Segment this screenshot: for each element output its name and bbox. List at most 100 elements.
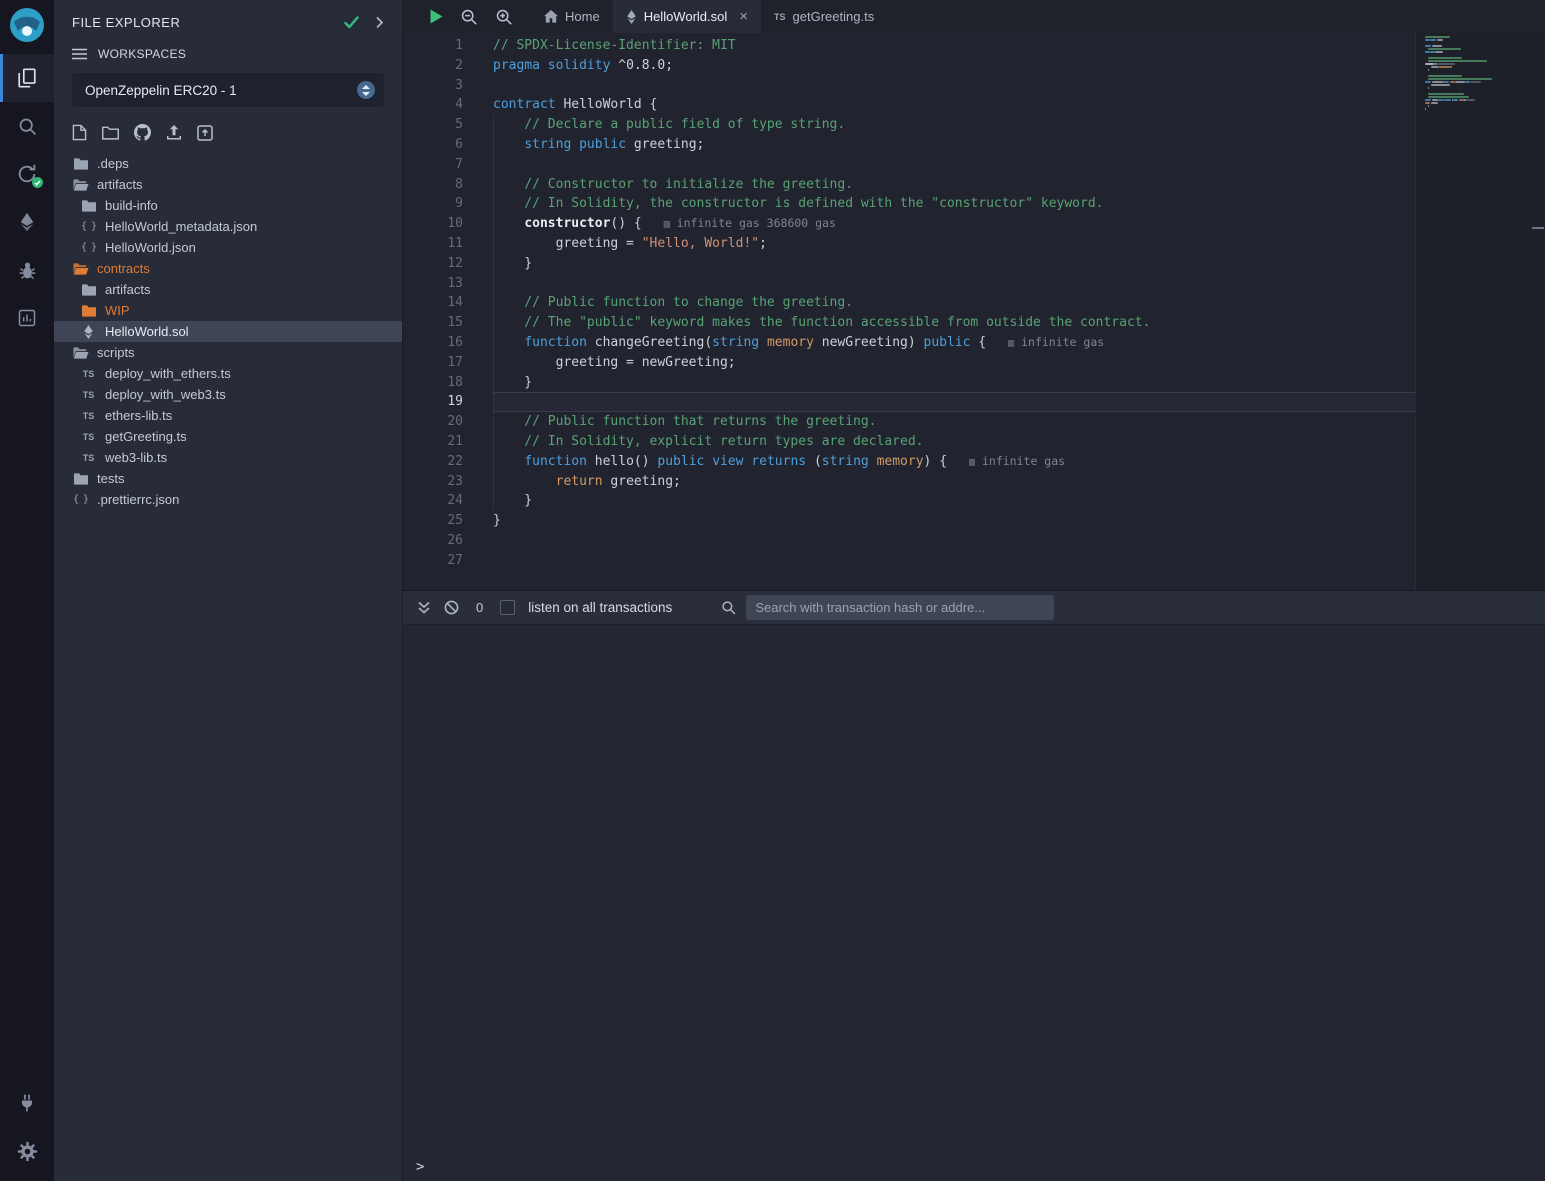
listen-transactions-label[interactable]: listen on all transactions [528, 600, 672, 615]
github-icon[interactable] [134, 124, 151, 141]
close-icon[interactable]: × [739, 9, 748, 24]
file-label: build-info [105, 198, 158, 213]
sidebar-item-file-explorer[interactable] [0, 54, 54, 102]
zoom-out-icon[interactable] [460, 8, 478, 26]
deploy-run-icon [17, 212, 37, 232]
publish-gist-icon[interactable] [166, 125, 182, 141]
code-line-15: 15 // The "public" keyword makes the fun… [403, 313, 1415, 333]
tree-item-contracts[interactable]: contracts [54, 258, 402, 279]
line-number: 12 [403, 254, 463, 274]
tab-helloworld-sol[interactable]: HelloWorld.sol× [613, 0, 761, 33]
file-label: HelloWorld.json [105, 240, 196, 255]
chevron-right-icon[interactable] [375, 16, 384, 29]
plugin-panel-icon [17, 308, 37, 328]
tree-item-deploy-with-ethers-ts[interactable]: TSdeploy_with_ethers.ts [54, 363, 402, 384]
code-line-24: 24 } [403, 491, 1415, 511]
sidebar-item-deploy-run[interactable] [0, 198, 54, 246]
workspaces-header[interactable]: WORKSPACES [54, 40, 402, 68]
line-number: 7 [403, 155, 463, 175]
folder-icon [80, 305, 97, 317]
tab-home[interactable]: Home [531, 0, 613, 33]
tree-item-helloworld-metadata-json[interactable]: { }HelloWorld_metadata.json [54, 216, 402, 237]
code-line-4: 4contract HelloWorld { [403, 95, 1415, 115]
line-number: 25 [403, 511, 463, 531]
ts-icon: TS [80, 411, 97, 421]
code-line-10: 10 constructor() {▥ infinite gas 368600 … [403, 214, 1415, 234]
ts-icon: TS [80, 390, 97, 400]
tree-item-scripts[interactable]: scripts [54, 342, 402, 363]
code-line-8: 8 // Constructor to initialize the greet… [403, 175, 1415, 195]
line-number: 19 [403, 392, 463, 412]
file-label: web3-lib.ts [105, 450, 167, 465]
compile-success-badge [32, 177, 43, 188]
workspace-select[interactable]: OpenZeppelin ERC20 - 1 [72, 73, 384, 107]
remix-logo[interactable] [0, 0, 54, 54]
tree-item-deps[interactable]: .deps [54, 153, 402, 174]
code-line-2: 2pragma solidity ^0.8.0; [403, 56, 1415, 76]
tree-item-helloworld-json[interactable]: { } HelloWorld.json [54, 237, 402, 258]
file-label: contracts [97, 261, 150, 276]
zoom-in-icon[interactable] [495, 8, 513, 26]
sidebar-item-solidity-compiler[interactable] [0, 150, 54, 198]
clear-console-icon[interactable] [444, 600, 459, 615]
remix-ide-window: FILE EXPLORER WORKSPACES OpenZeppelin ER… [0, 0, 1545, 1181]
expand-terminal-icon[interactable] [417, 601, 431, 614]
line-number: 10 [403, 214, 463, 234]
load-folder-icon[interactable] [197, 125, 213, 141]
new-folder-icon[interactable] [102, 126, 119, 140]
sidebar-item-debugger[interactable] [0, 246, 54, 294]
sidebar-item-plugin-manager[interactable] [0, 1079, 54, 1127]
tree-item-helloworld-sol[interactable]: HelloWorld.sol [54, 321, 402, 342]
tree-item-ethers-lib-ts[interactable]: TS ethers-lib.ts [54, 405, 402, 426]
line-number: 13 [403, 274, 463, 294]
tree-item-build-info[interactable]: build-info [54, 195, 402, 216]
file-label: artifacts [105, 282, 151, 297]
code-line-11: 11 greeting = "Hello, World!"; [403, 234, 1415, 254]
file-label: HelloWorld_metadata.json [105, 219, 257, 234]
folder-icon [80, 284, 97, 296]
code-line-12: 12 } [403, 254, 1415, 274]
line-number: 5 [403, 115, 463, 135]
hamburger-menu-icon[interactable] [72, 48, 87, 60]
listen-transactions-checkbox[interactable] [500, 600, 515, 615]
new-file-icon[interactable] [72, 124, 87, 141]
panel-title: FILE EXPLORER [72, 15, 180, 30]
code-line-14: 14 // Public function to change the gree… [403, 293, 1415, 313]
run-script-button[interactable] [430, 9, 443, 24]
minimap[interactable] [1425, 36, 1507, 117]
file-label: ethers-lib.ts [105, 408, 172, 423]
file-label: .deps [97, 156, 129, 171]
code-line-16: 16 function changeGreeting(string memory… [403, 333, 1415, 353]
sidebar-item-plugin-panel[interactable] [0, 294, 54, 342]
tree-item-getgreeting-ts[interactable]: TSgetGreeting.ts [54, 426, 402, 447]
terminal-panel[interactable]: > [403, 624, 1545, 1181]
sidebar-item-settings[interactable] [0, 1127, 54, 1175]
sidebar-item-search[interactable] [0, 102, 54, 150]
tree-item-artifacts[interactable]: artifacts [54, 279, 402, 300]
folder-icon [72, 158, 89, 170]
terminal-search-input[interactable] [746, 595, 1054, 620]
workspace-switch-icon[interactable] [357, 81, 375, 99]
plug-icon [17, 1093, 37, 1113]
tab-strip: HomeHelloWorld.sol×TSgetGreeting.ts [531, 0, 887, 33]
code-editor[interactable]: 1// SPDX-License-Identifier: MIT2pragma … [403, 33, 1545, 590]
tree-item-artifacts[interactable]: artifacts [54, 174, 402, 195]
line-number: 16 [403, 333, 463, 353]
line-number: 4 [403, 95, 463, 115]
line-number: 22 [403, 452, 463, 472]
tree-item-tests[interactable]: tests [54, 468, 402, 489]
json-icon: { } [80, 242, 97, 253]
tree-item-deploy-with-web3-ts[interactable]: TSdeploy_with_web3.ts [54, 384, 402, 405]
tree-item-wip[interactable]: WIP [54, 300, 402, 321]
code-lines: 1// SPDX-License-Identifier: MIT2pragma … [403, 36, 1415, 571]
line-number: 26 [403, 531, 463, 551]
debugger-bug-icon [17, 260, 38, 281]
line-number: 11 [403, 234, 463, 254]
tab-getgreeting-ts[interactable]: TSgetGreeting.ts [761, 0, 887, 33]
line-number: 27 [403, 551, 463, 571]
activity-bar-bottom [0, 1079, 54, 1181]
file-label: tests [97, 471, 124, 486]
tree-item-web3-lib-ts[interactable]: TSweb3-lib.ts [54, 447, 402, 468]
tree-item-prettierrc-json[interactable]: { }.prettierrc.json [54, 489, 402, 510]
search-icon [17, 116, 38, 137]
